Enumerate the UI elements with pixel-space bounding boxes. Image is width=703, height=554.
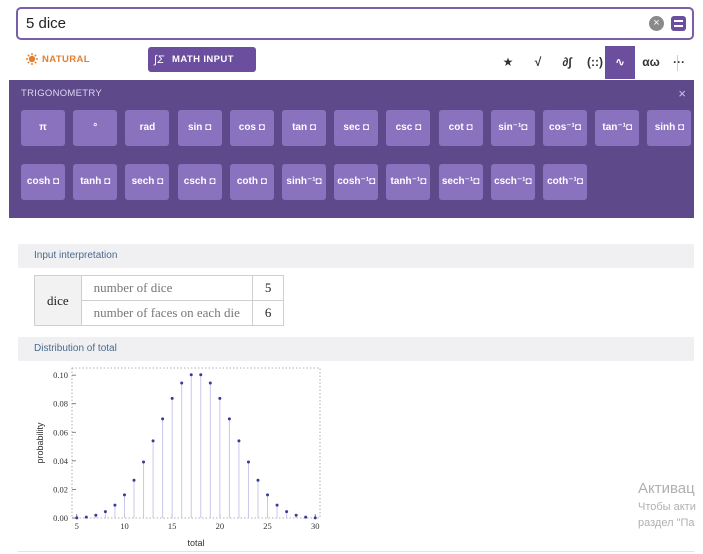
trig-wave-icon[interactable]: ∿	[605, 46, 635, 79]
search-input[interactable]	[26, 15, 626, 32]
data-point	[304, 515, 308, 519]
divider	[18, 551, 694, 552]
y-tick-label: 0.04	[53, 456, 69, 466]
data-point	[208, 381, 212, 385]
data-point	[246, 460, 250, 464]
data-point	[94, 513, 98, 517]
menu-icon[interactable]	[671, 16, 686, 31]
data-point	[199, 373, 203, 377]
math-input-button[interactable]: ∫Σ MATH INPUT	[148, 47, 256, 72]
table-label-cell: number of faces on each die	[80, 300, 253, 326]
trig-key[interactable]: sech⁻¹◘	[438, 164, 483, 200]
data-point	[151, 439, 155, 443]
data-point	[313, 516, 317, 520]
data-point	[142, 460, 146, 464]
trig-key[interactable]: coth⁻¹◘	[543, 164, 587, 200]
y-axis-label: probability	[35, 422, 45, 464]
trig-key[interactable]: cos ◘	[229, 110, 274, 146]
favorite-star-icon[interactable]: ★	[493, 46, 523, 79]
trig-key[interactable]: π	[21, 110, 65, 146]
data-point	[161, 417, 165, 421]
input-mode-toolbar: NATURAL LANGUAGE ∫Σ MATH INPUT ★√∂∫(::)∿…	[16, 46, 694, 90]
data-point	[122, 493, 126, 497]
trig-key[interactable]: tanh ◘	[73, 164, 118, 200]
table-head-cell: dice	[34, 275, 82, 326]
y-tick-label: 0.08	[53, 399, 68, 409]
y-tick-label: 0.00	[53, 513, 68, 523]
x-tick-label: 20	[216, 521, 225, 531]
trigonometry-panel: TRIGONOMETRY × π ° rad sin ◘ cos ◘ tan ◘ sec ◘…	[9, 80, 694, 218]
data-point	[180, 381, 184, 385]
table-row: dice number of dice 5	[34, 275, 285, 326]
watermark-line: Активац	[638, 480, 695, 497]
data-point	[285, 510, 289, 514]
data-point	[132, 478, 136, 482]
search-bar[interactable]: ×	[16, 7, 694, 40]
interpretation-table: dice number of dice 5 number of faces on…	[34, 275, 285, 326]
table-label-cell: number of dice	[80, 275, 253, 301]
distribution-header: Distribution of total	[18, 337, 694, 361]
sun-icon	[26, 53, 38, 65]
trig-key[interactable]: rad	[125, 110, 170, 146]
trig-key[interactable]: sin⁻¹◘	[490, 110, 535, 146]
calculus-icon[interactable]: ∂∫	[552, 46, 582, 79]
data-point	[218, 396, 222, 400]
trig-key[interactable]: sech ◘	[125, 164, 170, 200]
data-point	[237, 439, 241, 443]
chart-frame	[71, 367, 321, 519]
math-input-label: MATH INPUT	[172, 54, 234, 65]
x-tick-label: 25	[263, 521, 272, 531]
y-tick-label: 0.10	[53, 370, 68, 380]
trig-key[interactable]: coth ◘	[229, 164, 274, 200]
trig-key[interactable]: sec ◘	[334, 110, 379, 146]
toolbar-divider	[677, 55, 678, 71]
clear-search-icon[interactable]: ×	[649, 16, 664, 31]
x-tick-label: 30	[311, 521, 320, 531]
data-point	[275, 503, 279, 507]
table-value-cell: 5	[251, 275, 285, 301]
trig-key[interactable]: tanh⁻¹◘	[386, 164, 431, 200]
greek-letters-icon[interactable]: αω	[636, 46, 666, 79]
data-point	[103, 510, 107, 514]
table-value-cell: 6	[251, 300, 285, 326]
trig-key[interactable]: csch⁻¹◘	[490, 164, 535, 200]
trig-key[interactable]: sinh ◘	[647, 110, 692, 146]
trig-key[interactable]: sin ◘	[177, 110, 222, 146]
distribution-chart: 0.00 0.02 0.04 0.06 0.08 0.10 5 10 15 20 25 30 total…	[35, 367, 321, 548]
x-tick-label: 10	[120, 521, 129, 531]
data-point	[75, 516, 79, 520]
data-point	[227, 417, 231, 421]
trig-key[interactable]: tan ◘	[282, 110, 326, 146]
trig-key[interactable]: sinh⁻¹◘	[282, 164, 326, 200]
x-tick-label: 15	[168, 521, 177, 531]
data-point	[113, 503, 117, 507]
data-point	[170, 396, 174, 400]
data-point	[189, 373, 193, 377]
trig-key[interactable]: tan⁻¹◘	[595, 110, 640, 146]
watermark-line: Чтобы акти	[638, 501, 696, 513]
trig-key[interactable]: °	[73, 110, 118, 146]
close-panel-icon[interactable]: ×	[678, 86, 686, 101]
trig-key[interactable]: cos⁻¹◘	[543, 110, 587, 146]
x-axis-label: total	[187, 538, 204, 548]
math-input-icon: ∫Σ	[154, 54, 165, 66]
trig-key[interactable]: csch ◘	[177, 164, 222, 200]
watermark-line: раздел "Па	[638, 517, 695, 529]
input-interpretation-header: Input interpretation	[18, 244, 694, 268]
trigonometry-title: TRIGONOMETRY	[21, 88, 103, 99]
sqrt-icon[interactable]: √	[523, 46, 553, 79]
more-icon[interactable]: ···	[664, 46, 694, 79]
trig-key[interactable]: cosh⁻¹◘	[334, 164, 379, 200]
trig-key[interactable]: cot ◘	[438, 110, 483, 146]
trig-key[interactable]: cosh ◘	[21, 164, 65, 200]
data-point	[84, 515, 88, 519]
data-point	[294, 513, 298, 517]
data-point	[256, 478, 260, 482]
trig-key[interactable]: csc ◘	[386, 110, 431, 146]
x-tick-label: 5	[75, 521, 79, 531]
data-point	[266, 493, 270, 497]
y-tick-label: 0.06	[53, 427, 68, 437]
natural-language-button[interactable]: NATURAL LANGUAGE	[18, 47, 144, 90]
y-tick-label: 0.02	[53, 484, 68, 494]
